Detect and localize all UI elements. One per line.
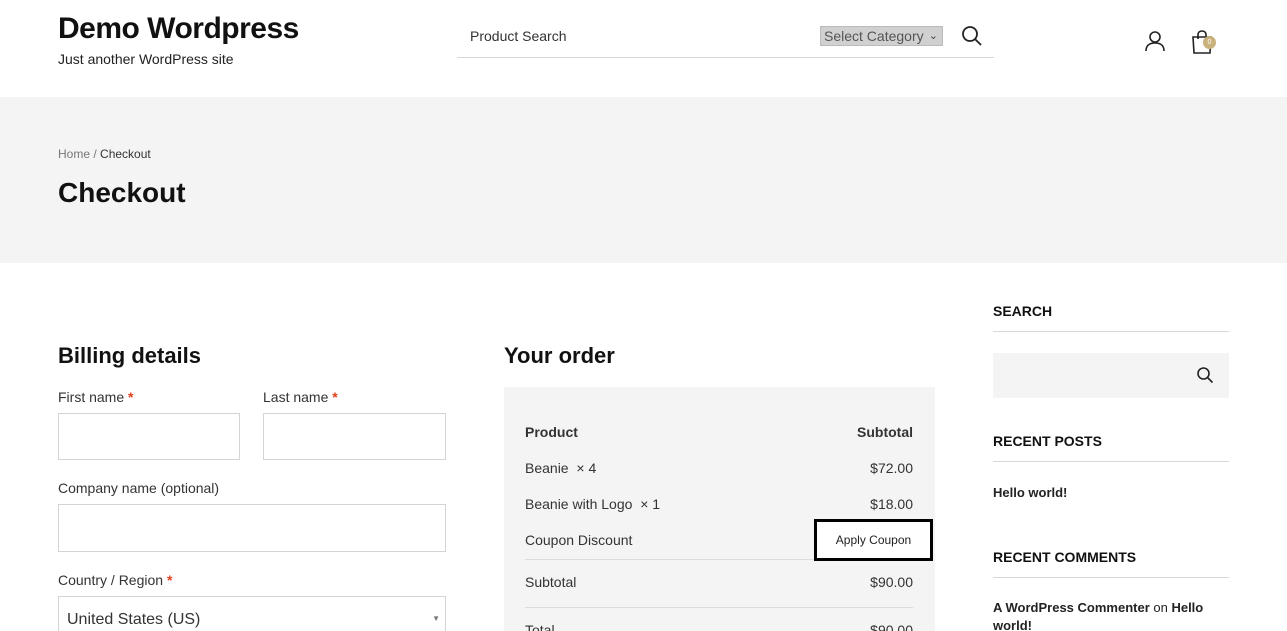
search-widget-title: SEARCH (993, 303, 1229, 332)
total-value: $90.00 (870, 622, 913, 631)
subtotal-value: $90.00 (870, 574, 913, 590)
last-name-label: Last name * (263, 389, 338, 405)
order-item-row: Beanie × 4 $72.00 (525, 460, 913, 476)
breadcrumb-home-link[interactable]: Home (58, 147, 90, 161)
breadcrumb-current: Checkout (100, 147, 151, 161)
first-name-label: First name * (58, 389, 134, 405)
site-tagline: Just another WordPress site (58, 51, 234, 67)
company-name-label: Company name (optional) (58, 480, 220, 496)
product-column-header: Product (525, 424, 578, 440)
cart-count-badge: 0 (1203, 36, 1216, 49)
order-item-row: Beanie with Logo × 1 $18.00 (525, 496, 913, 512)
country-select-value: United States (US) (67, 611, 201, 628)
breadcrumb-separator: / (90, 147, 101, 161)
company-name-field[interactable] (58, 504, 446, 552)
order-item-price: $72.00 (870, 460, 913, 476)
breadcrumb: Home / Checkout (58, 147, 151, 161)
subtotal-label: Subtotal (525, 574, 577, 590)
page-title: Checkout (58, 177, 186, 208)
order-heading: Your order (504, 343, 615, 368)
category-select-value: Select Category (824, 28, 924, 44)
site-title[interactable]: Demo Wordpress (58, 12, 299, 46)
subtotal-row: Subtotal $90.00 (525, 574, 913, 590)
billing-heading: Billing details (58, 343, 202, 368)
divider (525, 607, 913, 608)
order-item-price: $18.00 (870, 496, 913, 512)
subtotal-column-header: Subtotal (857, 424, 913, 440)
chevron-down-icon: ⌄ (928, 30, 938, 42)
sidebar-search-input[interactable] (993, 353, 1229, 398)
search-icon[interactable] (960, 24, 984, 48)
total-label: Total (525, 622, 555, 631)
comment-on-text: on (1149, 600, 1172, 615)
country-select[interactable]: United States (US) ▼ (58, 596, 446, 631)
order-item-name: Beanie with Logo (525, 496, 633, 512)
recent-posts-title: RECENT POSTS (993, 433, 1229, 462)
comment-author-link[interactable]: A WordPress Commenter (993, 600, 1150, 615)
recent-comments-title: RECENT COMMENTS (993, 549, 1229, 578)
order-item-qty: × 4 (576, 460, 597, 476)
page-header-band: Home / Checkout Checkout (0, 97, 1287, 263)
order-item-qty: × 1 (640, 496, 661, 512)
order-item-name: Beanie (525, 460, 569, 476)
apply-coupon-button[interactable]: Apply Coupon (814, 519, 933, 561)
last-name-field[interactable] (263, 413, 446, 460)
first-name-field[interactable] (58, 413, 240, 460)
recent-post-link[interactable]: Hello world! (993, 485, 1067, 500)
country-label: Country / Region * (58, 572, 173, 588)
product-search-input[interactable] (470, 26, 790, 46)
product-search-bar: Select Category ⌄ (457, 18, 994, 58)
category-select[interactable]: Select Category ⌄ (820, 26, 943, 46)
order-table-header: Product Subtotal (525, 424, 913, 440)
coupon-discount-label: Coupon Discount (525, 532, 633, 548)
account-icon[interactable] (1143, 29, 1167, 53)
search-icon[interactable] (1196, 366, 1214, 384)
recent-comment-item: A WordPress Commenter on Hello world! (993, 599, 1229, 631)
dropdown-arrow-icon: ▼ (432, 614, 440, 623)
order-review-table: Product Subtotal Beanie × 4 $72.00 Beani… (504, 387, 935, 631)
total-row: Total $90.00 (525, 622, 913, 631)
